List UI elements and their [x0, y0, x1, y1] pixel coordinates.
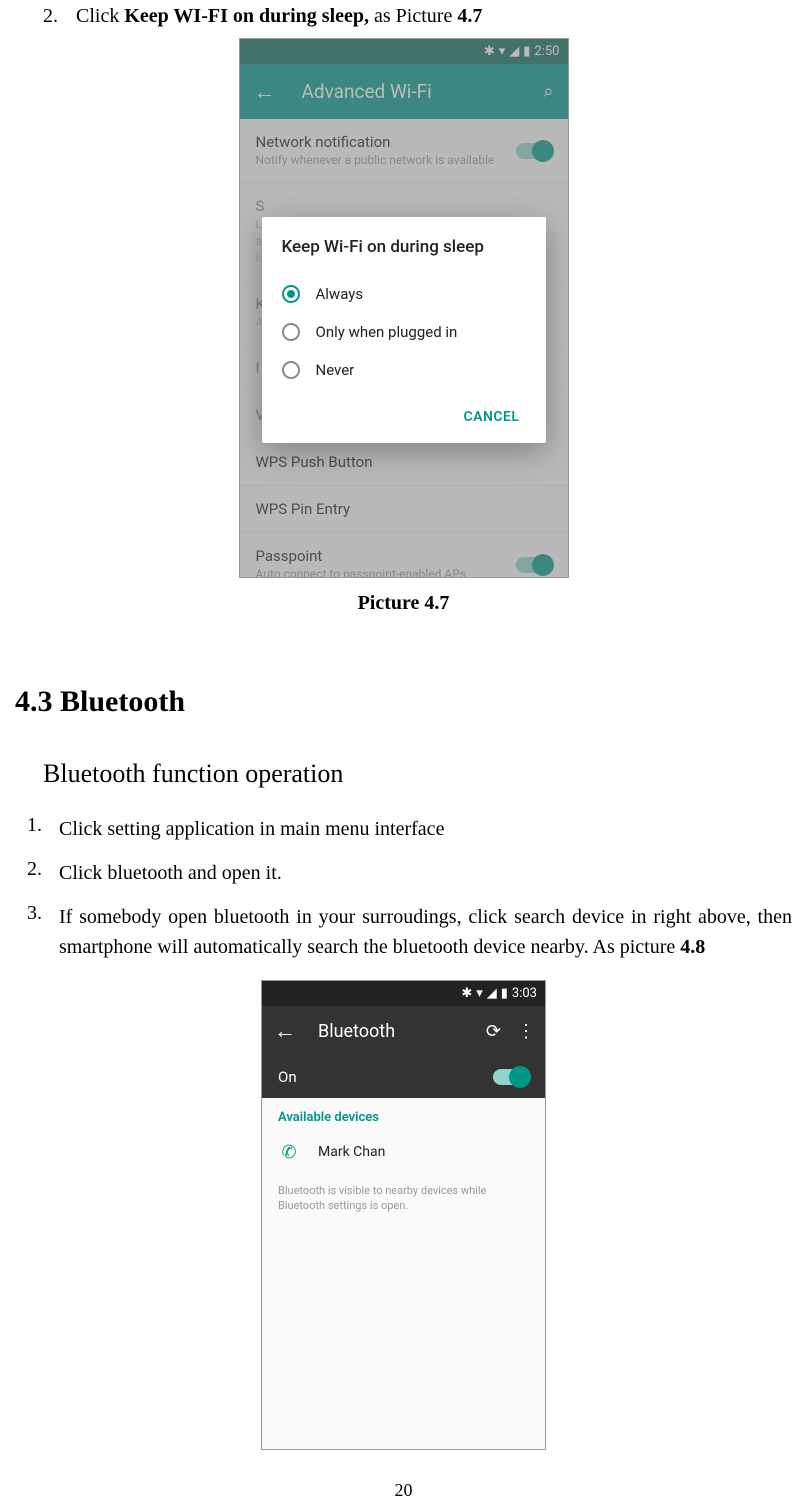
signal-icon: ◢: [487, 986, 497, 1001]
battery-icon: ▮: [501, 986, 508, 1001]
radio-label: Always: [316, 285, 364, 303]
radio-label: Only when plugged in: [316, 323, 458, 341]
back-icon[interactable]: ←: [274, 1018, 296, 1044]
appbar-title: Bluetooth: [318, 1021, 486, 1042]
figure-caption-47: Picture 4.7: [15, 592, 792, 615]
step-number: 2.: [27, 858, 59, 888]
page-number: 20: [15, 1480, 792, 1501]
available-devices-header: Available devices: [262, 1098, 545, 1129]
section-heading-bluetooth: 4.3 Bluetooth: [15, 685, 792, 719]
step-text: If somebody open bluetooth in your surro…: [59, 902, 792, 962]
step-text: Click bluetooth and open it.: [59, 858, 792, 888]
radio-label: Never: [316, 361, 355, 379]
step-2: 2. Click bluetooth and open it.: [27, 858, 792, 888]
dialog-title: Keep Wi-Fi on during sleep: [282, 237, 526, 257]
step-pre: Click: [76, 5, 124, 27]
step-number: 2.: [43, 5, 71, 28]
wifi-icon: ▾: [476, 986, 483, 1001]
on-label: On: [278, 1068, 493, 1086]
toggle-switch[interactable]: [493, 1069, 529, 1085]
step-number: 1.: [27, 814, 59, 844]
step-number: 3.: [27, 902, 59, 962]
radio-icon: [282, 361, 300, 379]
radio-plugged[interactable]: Only when plugged in: [282, 313, 526, 351]
device-name: Mark Chan: [318, 1144, 385, 1160]
bluetooth-icon: ✱: [461, 986, 472, 1001]
screenshot-wifi-sleep: ✱ ▾ ◢ ▮ 2:50 ← Advanced Wi-Fi ⌕ Network …: [239, 38, 569, 578]
step-bold: Keep WI-FI on during sleep,: [124, 5, 369, 27]
step-1: 1. Click setting application in main men…: [27, 814, 792, 844]
app-bar: ← Bluetooth ⟳ ⋮: [262, 1006, 545, 1056]
step-post: as Picture: [369, 5, 457, 27]
bt-on-row[interactable]: On: [262, 1056, 545, 1098]
step-3: 3. If somebody open bluetooth in your su…: [27, 902, 792, 962]
visibility-note: Bluetooth is visible to nearby devices w…: [262, 1175, 545, 1222]
step-ref: 4.7: [457, 5, 482, 27]
radio-always[interactable]: Always: [282, 275, 526, 313]
step-text: Click setting application in main menu i…: [59, 814, 792, 844]
radio-icon: [282, 285, 300, 303]
screenshot-bluetooth: ✱ ▾ ◢ ▮ 3:03 ← Bluetooth ⟳ ⋮ On Availabl…: [261, 980, 546, 1450]
status-time: 3:03: [512, 986, 537, 1001]
status-bar: ✱ ▾ ◢ ▮ 3:03: [262, 981, 545, 1006]
subsection-bt-operation: Bluetooth function operation: [43, 759, 792, 789]
radio-icon: [282, 323, 300, 341]
refresh-icon[interactable]: ⟳: [486, 1021, 501, 1042]
more-icon[interactable]: ⋮: [517, 1021, 533, 1042]
radio-never[interactable]: Never: [282, 351, 526, 389]
phone-icon: ✆: [278, 1141, 300, 1163]
instruction-step-2: 2. Click Keep WI-FI on during sleep, as …: [43, 5, 792, 28]
device-row[interactable]: ✆ Mark Chan: [262, 1129, 545, 1175]
wifi-sleep-dialog: Keep Wi-Fi on during sleep Always Only w…: [262, 217, 546, 443]
cancel-button[interactable]: CANCEL: [457, 401, 525, 433]
